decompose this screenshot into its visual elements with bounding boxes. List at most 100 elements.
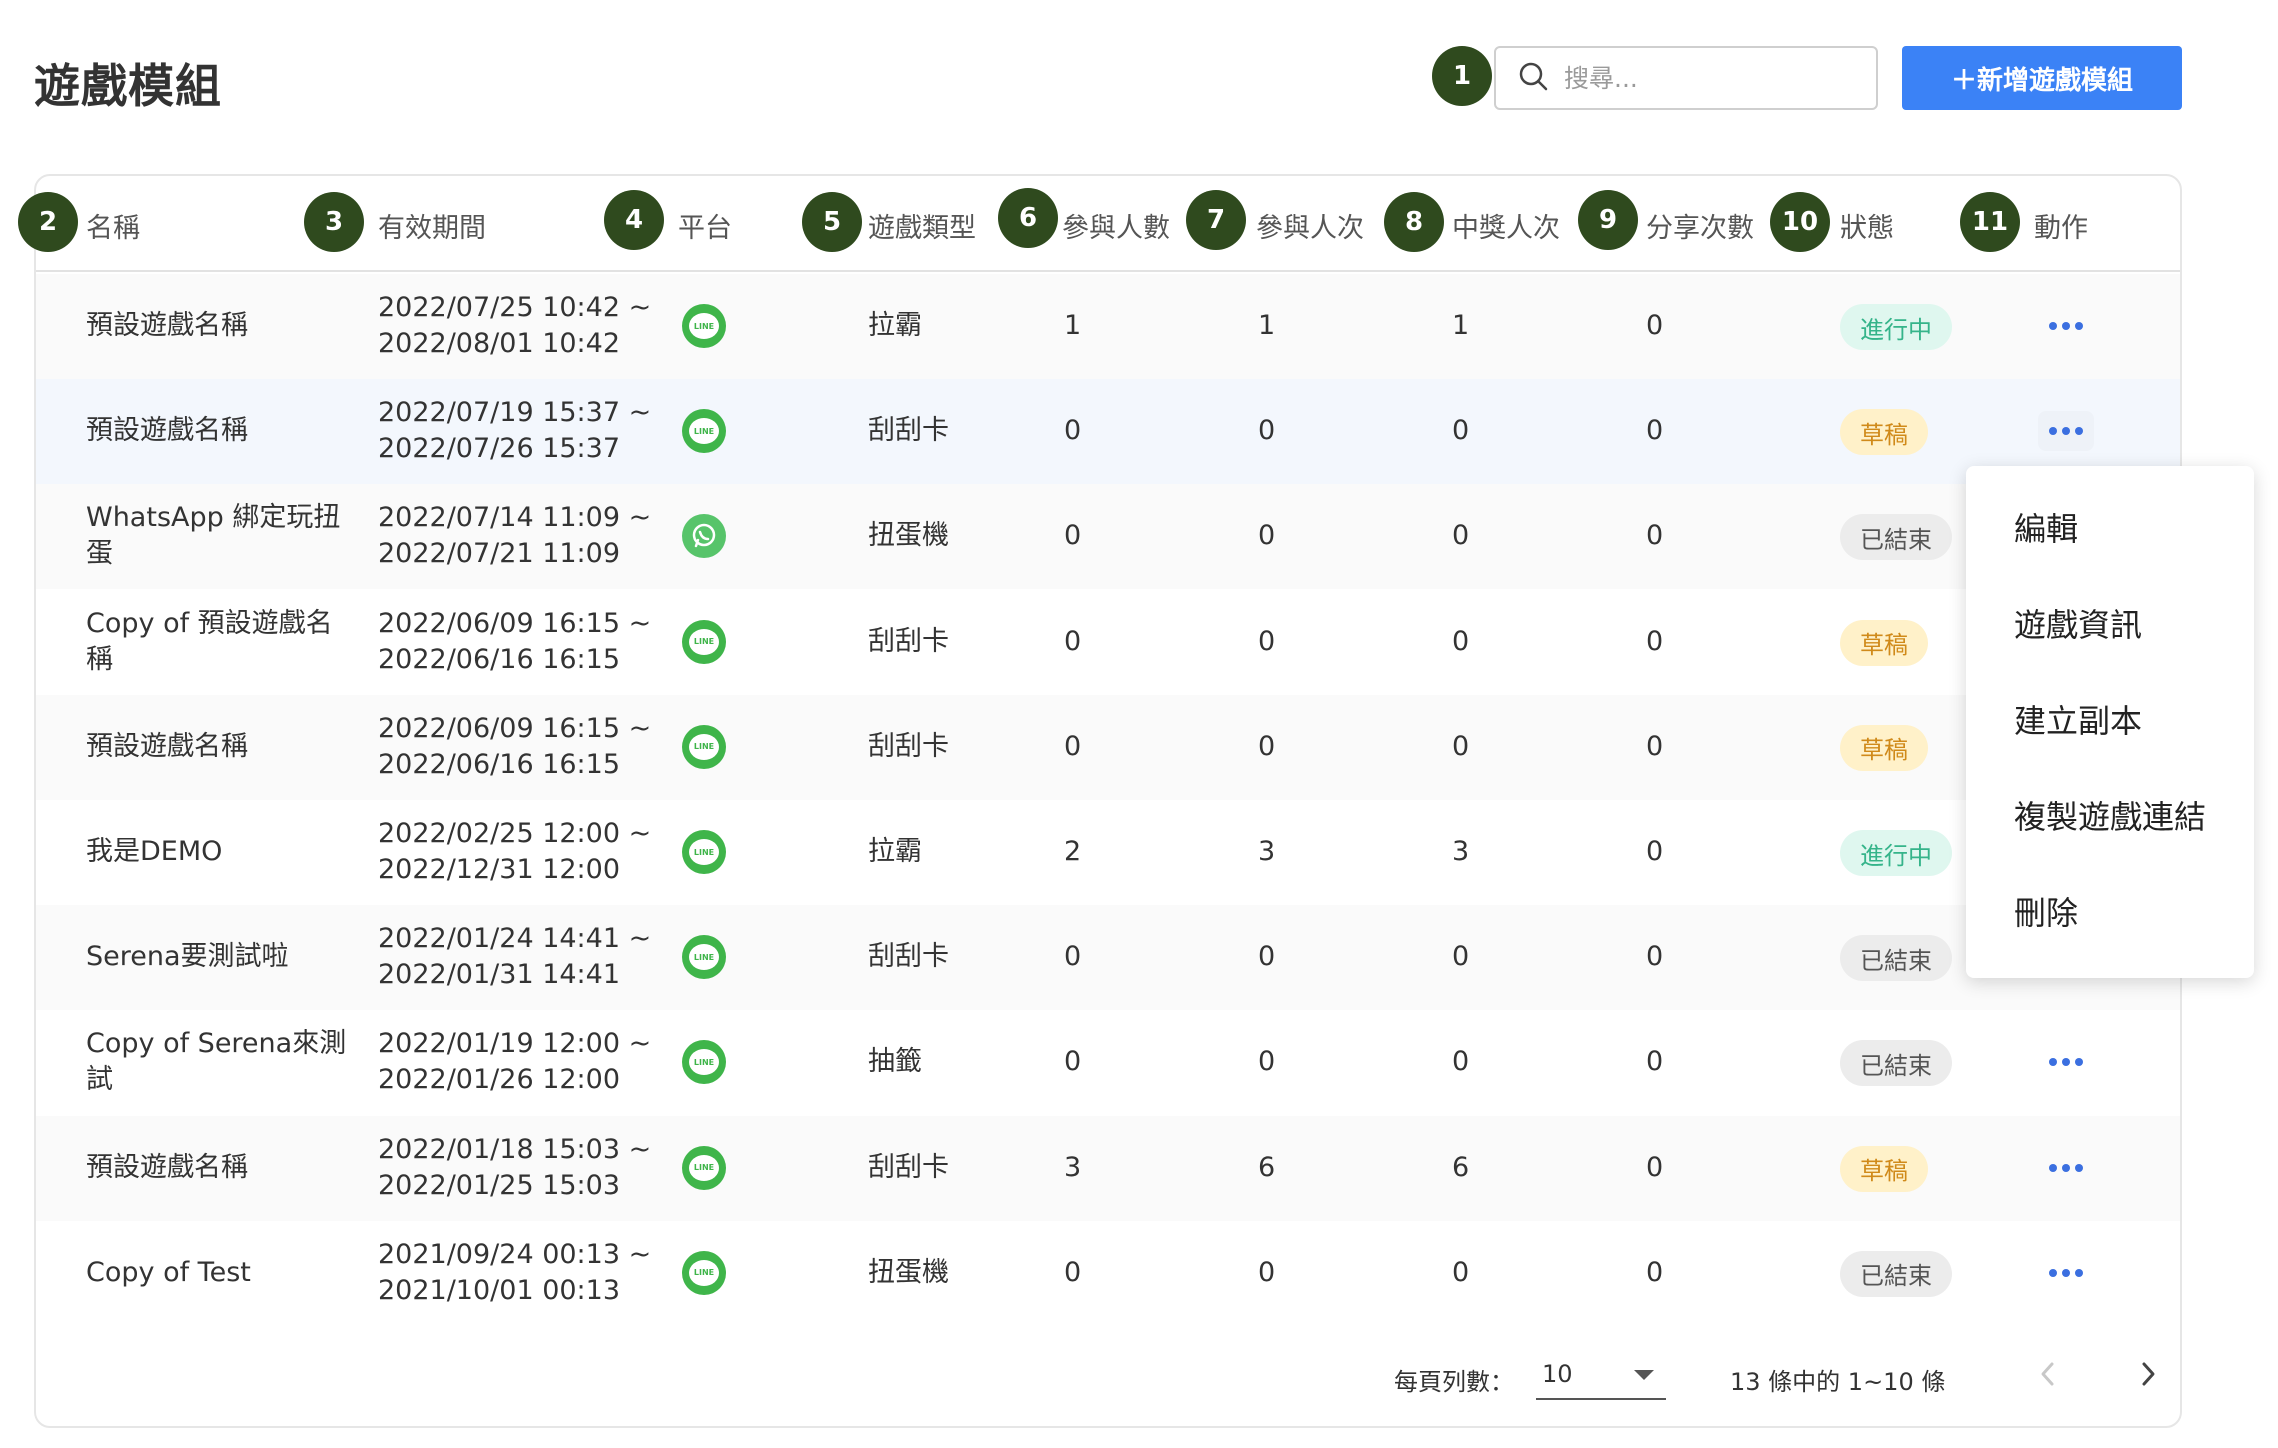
more-actions-button[interactable] [2038,1042,2094,1082]
game-name-line-2: 蛋 [86,538,113,570]
game-type: 刮刮卡 [868,1151,949,1183]
winners-count: 0 [1452,520,1470,552]
more-dots-icon [2075,427,2083,436]
period-start: 2022/07/19 15:37 ~ [378,397,652,429]
menu-item-duplicate[interactable]: 建立副本 [2014,696,2142,742]
valid-period: 2022/06/09 16:15 ~ 2022/06/16 16:15 [378,606,658,678]
game-name-line-2: 試 [86,1064,113,1096]
status-badge: 進行中 [1840,304,1952,350]
participants-count: 0 [1064,730,1082,762]
menu-item-edit[interactable]: 編輯 [2014,504,2078,550]
participations-count: 0 [1258,941,1276,973]
game-type: 刮刮卡 [868,625,949,657]
period-end: 2022/08/01 10:42 [378,328,621,359]
annotation-badge-3: 3 [304,192,364,252]
table-row[interactable]: Copy of Test 2021/09/24 00:13 ~ 2021/10/01… [36,1221,2180,1326]
winners-count: 0 [1452,415,1470,447]
period-end: 2022/12/31 12:00 [378,854,621,885]
table-row[interactable]: 預設遊戲名稱 2022/06/09 16:15 ~ 2022/06/16 16:15… [36,694,2180,800]
game-name: 預設遊戲名稱 [86,729,356,765]
previous-page-button[interactable] [2026,1352,2070,1396]
status-badge: 草稿 [1840,409,1928,456]
table-row[interactable]: Copy of Serena來測試 2022/01/19 12:00 ~2022/… [36,1010,2180,1115]
table-row[interactable]: 預設遊戲名稱 2022/01/18 15:03 ~ 2022/01/25 15:03… [36,1115,2180,1221]
more-actions-button[interactable] [2038,411,2094,452]
column-header-period[interactable]: 有效期間 [378,206,486,245]
more-dots-icon [2049,427,2057,436]
status-badge: 已結束 [1840,1250,1952,1297]
valid-period: 2022/02/25 12:00 ~ 2022/12/31 12:00 [378,816,658,888]
more-dots-icon [2049,1163,2057,1172]
table-row[interactable]: 我是DEMO 2022/02/25 12:00 ~ 2022/12/31 12:00… [36,800,2180,905]
more-actions-button[interactable] [2038,1253,2094,1293]
game-name: 預設遊戲名稱 [86,1150,356,1186]
period-start: 2022/06/09 16:15 ~ [378,712,652,744]
participants-count: 0 [1064,625,1082,657]
shares-count: 0 [1646,941,1664,973]
more-actions-button[interactable] [2038,1148,2094,1188]
shares-count: 0 [1646,310,1664,341]
participations-count: 0 [1258,1256,1276,1288]
period-start: 2022/02/25 12:00 ~ [378,818,652,849]
menu-item-game-info[interactable]: 遊戲資訊 [2014,600,2142,646]
game-type: 拉霸 [868,836,922,867]
more-dots-icon [2049,322,2057,330]
table-row[interactable]: WhatsApp 綁定玩扭蛋 2022/07/14 11:09 ~2022/07/… [36,484,2180,590]
more-actions-button[interactable] [2038,306,2094,346]
column-header-status[interactable]: 狀態 [1840,206,1894,245]
line-icon: LINE [682,935,726,980]
next-page-button[interactable] [2126,1352,2170,1396]
valid-period: 2022/01/18 15:03 ~ 2022/01/25 15:03 [378,1132,658,1204]
game-module-table: 名稱 有效期間 平台 遊戲類型 參與人數 參與人次 中獎人次 分享次數 狀態 動… [34,174,2182,1428]
more-dots-icon [2075,1268,2083,1277]
search-icon [1518,61,1548,95]
winners-count: 0 [1452,1046,1470,1078]
table-row[interactable]: 預設遊戲名稱 2022/07/25 10:42 ~ 2022/08/01 10:42… [36,274,2180,379]
column-header-winners[interactable]: 中獎人次 [1452,206,1560,245]
valid-period: 2022/06/09 16:15 ~ 2022/06/16 16:15 [378,711,658,783]
search-box[interactable] [1494,46,1878,110]
pagination-footer: 每頁列數： 10 13 條中的 1~10 條 [36,1326,2180,1426]
annotation-badge-2: 2 [18,192,78,252]
table-row[interactable]: 預設遊戲名稱 2022/07/19 15:37 ~ 2022/07/26 15:37… [36,379,2180,485]
search-input[interactable] [1562,62,1852,94]
game-name: Copy of Test [86,1255,356,1291]
add-game-module-button[interactable]: ＋新增遊戲模組 [1902,46,2182,110]
game-name: 我是DEMO [86,834,356,870]
game-name-line-1: 預設遊戲名稱 [86,1151,248,1183]
table-row[interactable]: Serena要測試啦 2022/01/24 14:41 ~ 2022/01/31 1… [36,905,2180,1011]
line-icon-label: LINE [689,839,719,865]
caret-down-icon [1634,1370,1654,1380]
game-type: 刮刮卡 [868,730,949,762]
status-badge: 草稿 [1840,724,1928,771]
game-type: 抽籤 [868,1046,922,1078]
status-badge: 進行中 [1840,830,1952,876]
period-start: 2022/06/09 16:15 ~ [378,607,652,639]
shares-count: 0 [1646,730,1664,762]
game-name-line-1: Copy of Serena來測 [86,1028,347,1060]
more-dots-icon [2062,1268,2070,1277]
column-header-participants[interactable]: 參與人數 [1062,206,1170,245]
shares-count: 0 [1646,625,1664,657]
game-type: 扭蛋機 [868,1256,949,1288]
column-header-name[interactable]: 名稱 [86,206,140,245]
participations-count: 0 [1258,730,1276,762]
annotation-badge-11: 11 [1960,192,2020,252]
winners-count: 0 [1452,1256,1470,1288]
participants-count: 2 [1064,836,1082,867]
rows-per-page-select[interactable]: 10 [1536,1350,1666,1400]
rows-per-page-label: 每頁列數： [1394,1368,1514,1396]
shares-count: 0 [1646,520,1664,552]
shares-count: 0 [1646,1046,1664,1078]
column-header-platform[interactable]: 平台 [678,206,732,245]
game-name-line-1: 預設遊戲名稱 [86,415,248,447]
column-header-game-type[interactable]: 遊戲類型 [868,206,976,245]
menu-item-copy-link[interactable]: 複製遊戲連結 [2014,792,2206,838]
column-header-participations[interactable]: 參與人次 [1256,206,1364,245]
menu-item-delete[interactable]: 刪除 [2014,888,2078,934]
game-name-line-2: 稱 [86,643,113,675]
table-row[interactable]: Copy of 預設遊戲名稱 2022/06/09 16:15 ~2022/06/… [36,590,2180,695]
participations-count: 1 [1258,310,1276,341]
column-header-shares[interactable]: 分享次數 [1646,206,1754,245]
annotation-badge-4: 4 [604,190,664,250]
